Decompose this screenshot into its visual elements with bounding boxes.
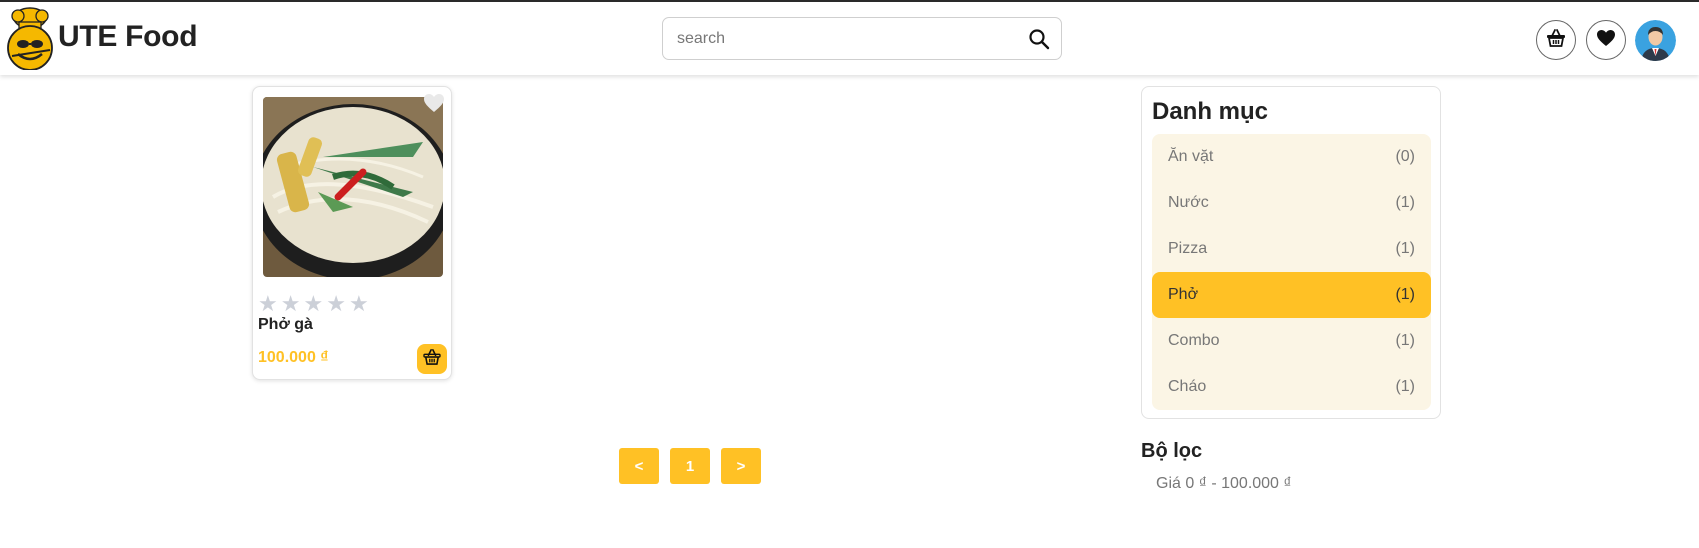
star-icon[interactable]: ★ xyxy=(326,294,346,316)
search-icon[interactable] xyxy=(1027,27,1051,51)
page-1-button[interactable]: 1 xyxy=(670,448,710,484)
product-image[interactable] xyxy=(263,97,443,277)
next-page-button[interactable]: > xyxy=(721,448,761,484)
category-panel: Danh mục Ăn vặt (0) Nước (1) Pizza (1) P… xyxy=(1141,86,1441,419)
star-icon[interactable]: ★ xyxy=(281,294,301,316)
category-item-nuoc[interactable]: Nước (1) xyxy=(1152,180,1431,226)
search-bar xyxy=(662,17,1062,60)
filter-title: Bộ lọc xyxy=(1141,440,1203,462)
product-name[interactable]: Phở gà xyxy=(258,316,313,334)
basket-icon xyxy=(1546,28,1566,52)
user-avatar[interactable] xyxy=(1635,20,1676,61)
category-label: Nước xyxy=(1168,194,1209,211)
rating-stars: ★ ★ ★ ★ ★ xyxy=(258,294,369,316)
product-price: 100.000 ₫ xyxy=(258,349,329,366)
navbar: UTE Food xyxy=(0,2,1699,75)
prev-page-button[interactable]: < xyxy=(619,448,659,484)
category-item-combo[interactable]: Combo (1) xyxy=(1152,318,1431,364)
star-icon[interactable]: ★ xyxy=(303,294,323,316)
cart-button[interactable] xyxy=(1536,20,1576,60)
pagination: < 1 > xyxy=(619,448,761,484)
search-input[interactable] xyxy=(677,27,1007,51)
category-item-pizza[interactable]: Pizza (1) xyxy=(1152,226,1431,272)
heart-outline-icon[interactable] xyxy=(423,93,445,113)
product-card[interactable]: ★ ★ ★ ★ ★ Phở gà 100.000 ₫ xyxy=(252,86,452,380)
heart-icon xyxy=(1596,29,1616,52)
star-icon[interactable]: ★ xyxy=(349,294,369,316)
category-count: (1) xyxy=(1395,332,1415,349)
category-label: Pizza xyxy=(1168,240,1208,257)
category-item-an-vat[interactable]: Ăn vặt (0) xyxy=(1152,134,1431,180)
category-label: Combo xyxy=(1168,332,1220,349)
category-label: Cháo xyxy=(1168,378,1207,395)
price-filter-range[interactable]: Giá 0 ₫ - 100.000 ₫ xyxy=(1156,475,1292,493)
category-title: Danh mục xyxy=(1152,98,1269,125)
category-count: (1) xyxy=(1395,286,1415,303)
star-icon[interactable]: ★ xyxy=(258,294,278,316)
brand-title[interactable]: UTE Food xyxy=(58,20,198,54)
category-list: Ăn vặt (0) Nước (1) Pizza (1) Phở (1) Co… xyxy=(1152,134,1431,410)
favorites-button[interactable] xyxy=(1586,20,1626,60)
category-label: Phở xyxy=(1168,286,1199,303)
category-count: (1) xyxy=(1395,194,1415,211)
chef-logo-icon[interactable] xyxy=(4,6,56,71)
category-item-pho[interactable]: Phở (1) xyxy=(1152,272,1431,318)
category-item-chao[interactable]: Cháo (1) xyxy=(1152,364,1431,410)
add-to-cart-button[interactable] xyxy=(417,344,447,374)
category-count: (1) xyxy=(1395,378,1415,395)
category-count: (1) xyxy=(1395,240,1415,257)
category-label: Ăn vặt xyxy=(1168,148,1214,165)
basket-icon xyxy=(423,348,441,370)
category-count: (0) xyxy=(1395,148,1415,165)
